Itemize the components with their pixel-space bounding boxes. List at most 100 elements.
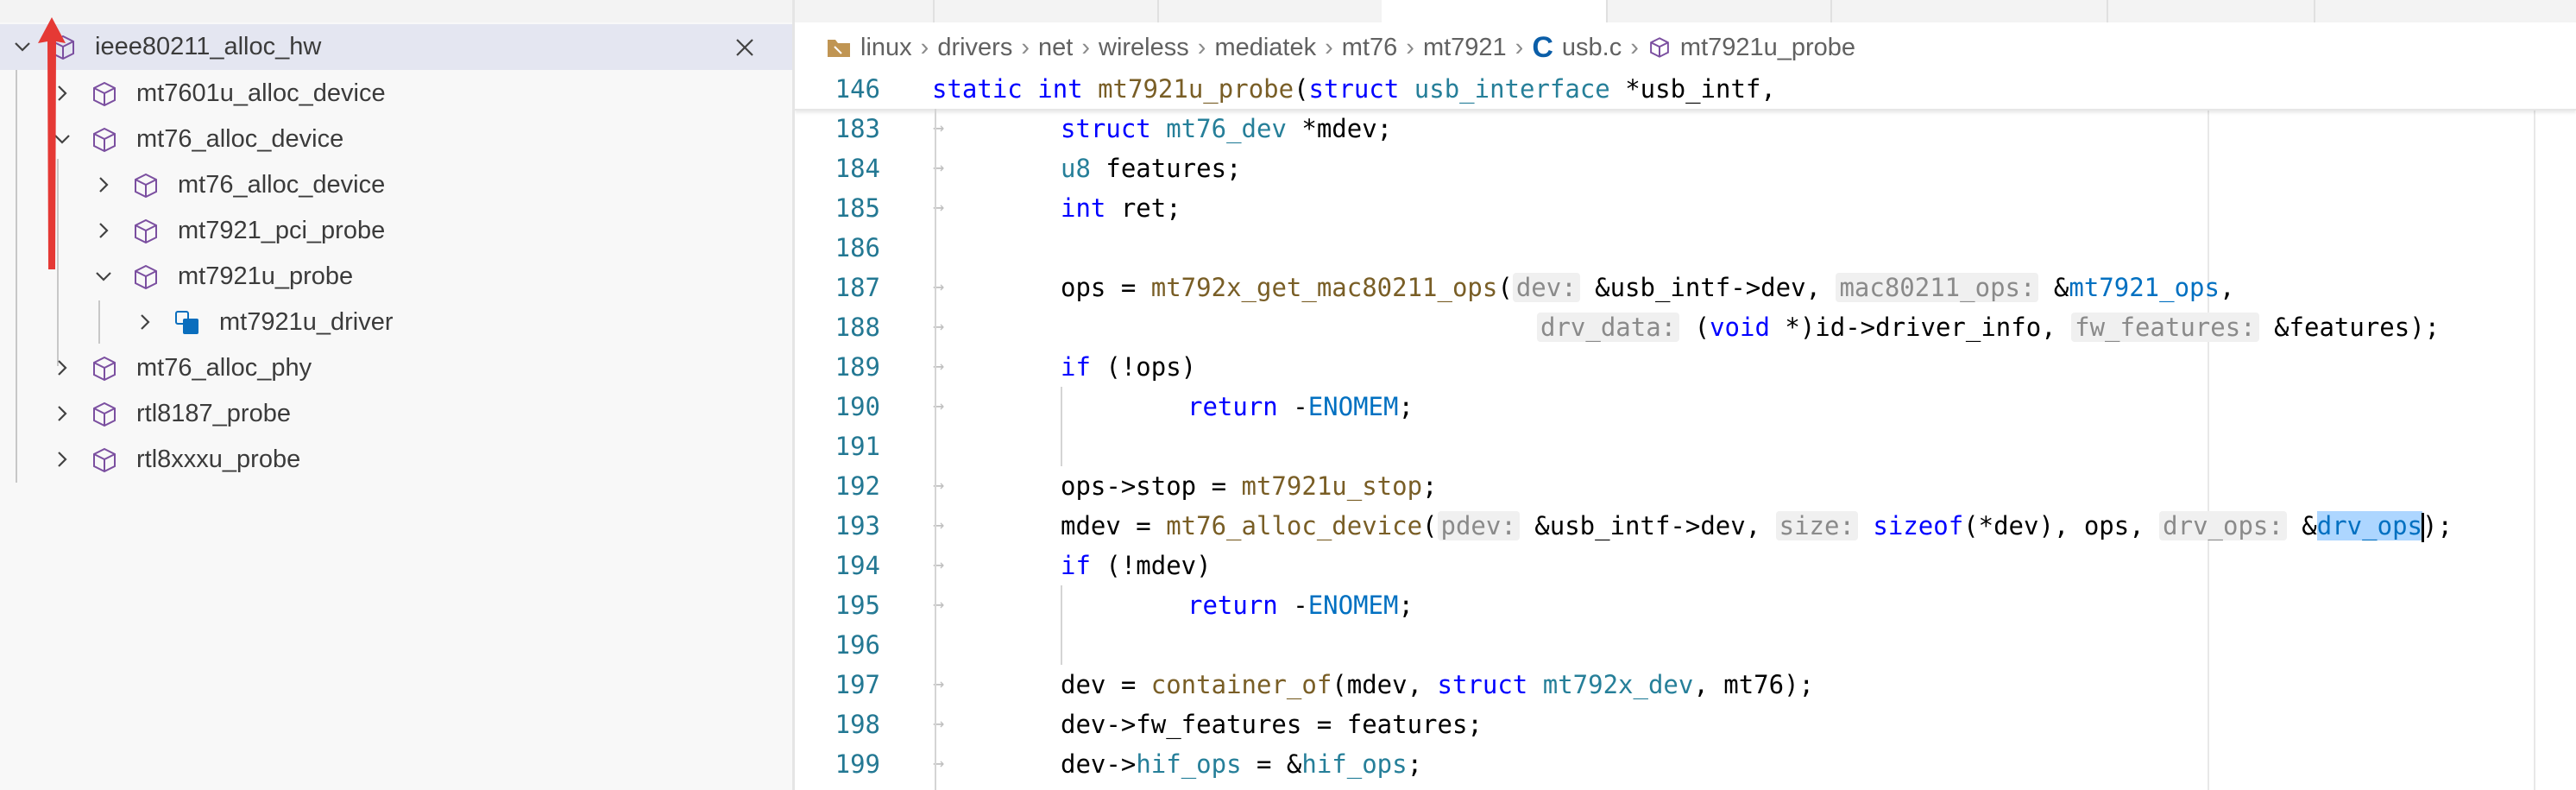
tree-item[interactable]: rtl8187_probe <box>0 391 792 437</box>
code-line[interactable]: 197 → dev = container_of(mdev, struct mt… <box>795 665 2576 705</box>
tree-item[interactable]: mt7921_pci_probe <box>0 208 792 254</box>
breadcrumb-item[interactable]: wireless <box>1099 34 1189 62</box>
code-line[interactable]: 194 → if (!mdev) <box>795 546 2576 585</box>
code-line[interactable]: 199 → dev->hif_ops = &hif_ops; <box>795 744 2576 784</box>
line-number: 193 <box>835 511 880 540</box>
tree-item[interactable]: mt76_alloc_device <box>0 117 792 162</box>
panel-tabstrip <box>0 0 792 22</box>
editor-tab[interactable] <box>2314 0 2576 22</box>
breadcrumb-item[interactable]: mt76 <box>1342 34 1397 62</box>
breadcrumb-item[interactable]: drivers <box>937 34 1012 62</box>
inlay-hint: dev: <box>1512 273 1580 302</box>
line-number: 192 <box>835 471 880 501</box>
chevron-right-icon[interactable] <box>50 447 74 471</box>
tree-item-label: mt76_alloc_device <box>136 125 344 153</box>
code-text: ops->stop = mt7921u_stop; <box>1061 471 1438 501</box>
chevron-right-icon[interactable] <box>91 218 116 243</box>
chevron-right-icon[interactable] <box>50 401 74 426</box>
breadcrumb-item[interactable]: mt7921 <box>1423 34 1507 62</box>
breadcrumb-item[interactable]: mt7921u_probe <box>1680 34 1855 62</box>
editor-tab[interactable] <box>795 0 935 22</box>
code-text: if (!mdev) <box>1061 551 1212 580</box>
tree-item-label: mt76_alloc_phy <box>136 354 312 382</box>
tree-item[interactable]: mt7921u_driver <box>0 300 792 345</box>
code-line[interactable]: 183 → struct mt76_dev *mdev; <box>795 109 2576 149</box>
breadcrumb-item[interactable]: mediatek <box>1214 34 1316 62</box>
line-number: 199 <box>835 749 880 779</box>
code-line[interactable]: 187 → ops = mt792x_get_mac80211_ops(dev:… <box>795 268 2576 307</box>
code-text: if (!ops) <box>1061 352 1197 382</box>
line-number: 185 <box>835 193 880 223</box>
tree-item[interactable]: mt76_alloc_phy <box>0 345 792 391</box>
line-number: 184 <box>835 154 880 183</box>
chevron-right-icon: › <box>1515 33 1524 61</box>
tree-item-label: mt7921u_probe <box>178 262 354 290</box>
breadcrumb-item[interactable]: net <box>1038 34 1073 62</box>
close-icon[interactable] <box>732 35 758 60</box>
line-number: 188 <box>835 313 880 342</box>
inlay-hint: mac80211_ops: <box>1836 273 2039 302</box>
line-number: 198 <box>835 710 880 739</box>
tree-item-root[interactable]: ieee80211_alloc_hw <box>0 24 792 70</box>
line-number: 183 <box>835 114 880 143</box>
code-line[interactable]: 193 → mdev = mt76_alloc_device(pdev: &us… <box>795 506 2576 546</box>
tree-item-label: rtl8xxxu_probe <box>136 446 301 473</box>
code-line[interactable]: 185 → int ret; <box>795 188 2576 228</box>
sticky-scroll-line[interactable]: 146 static int mt7921u_probe(struct usb_… <box>795 69 2576 111</box>
breadcrumb-item[interactable]: usb.c <box>1562 34 1622 62</box>
code-line[interactable]: 189 → if (!ops) <box>795 347 2576 387</box>
inlay-hint: drv_data: <box>1537 313 1680 342</box>
code-line[interactable]: 184 → u8 features; <box>795 149 2576 188</box>
indent-guide <box>1061 585 1062 665</box>
line-number: 197 <box>835 670 880 699</box>
tree-item[interactable]: mt7601u_alloc_device <box>0 71 792 117</box>
line-number: 187 <box>835 273 880 302</box>
chevron-right-icon: › <box>1406 33 1414 61</box>
code-line[interactable]: 192 → ops->stop = mt7921u_stop; <box>795 466 2576 506</box>
line-number: 146 <box>835 74 880 104</box>
method-cube-icon <box>93 81 116 107</box>
editor-tab[interactable] <box>933 0 1159 22</box>
code-line[interactable]: 188 → drv_data: (void *)id->driver_info,… <box>795 307 2576 347</box>
tree-item[interactable]: mt7921u_probe <box>0 254 792 300</box>
line-number: 186 <box>835 233 880 262</box>
tree-item-label: mt7601u_alloc_device <box>136 79 386 107</box>
tree-item-label: mt7921u_driver <box>219 308 394 336</box>
method-cube-icon <box>93 447 116 473</box>
tree-item-label: mt76_alloc_device <box>178 171 386 199</box>
method-cube-icon <box>1650 37 1669 58</box>
indent-guide <box>1061 387 1062 466</box>
chevron-down-icon[interactable] <box>10 35 35 59</box>
editor-tab[interactable] <box>1830 0 2108 22</box>
code-text: u8 features; <box>1061 154 1242 183</box>
editor-tab-active[interactable] <box>1382 0 1608 22</box>
annotation-arrow-icon <box>38 17 66 269</box>
editor-tab[interactable] <box>1157 0 1383 22</box>
code-text: struct mt76_dev *mdev; <box>1061 114 1393 143</box>
code-line[interactable]: 186 <box>795 228 2576 268</box>
line-number: 194 <box>835 551 880 580</box>
code-text: drv_data: (void *)id->driver_info, fw_fe… <box>1537 307 2440 347</box>
chevron-right-icon[interactable] <box>91 173 116 197</box>
editor-tab[interactable] <box>2107 0 2315 22</box>
chevron-down-icon[interactable] <box>91 264 116 288</box>
tree-item[interactable]: mt76_alloc_device <box>0 162 792 208</box>
tree-item-label: ieee80211_alloc_hw <box>95 33 322 60</box>
variable-icon <box>175 311 198 334</box>
chevron-right-icon[interactable] <box>133 310 157 334</box>
c-file-icon: C <box>1532 30 1553 64</box>
inlay-hint: fw_features: <box>2071 313 2259 342</box>
code-editor[interactable]: linux › drivers › net › wireless › mediatek ›… <box>795 0 2576 790</box>
method-cube-icon <box>93 127 116 153</box>
editor-tab[interactable] <box>1606 0 1832 22</box>
code-line[interactable]: 198 → dev->fw_features = features; <box>795 705 2576 744</box>
chevron-right-icon[interactable] <box>50 356 74 380</box>
inlay-hint: drv_ops: <box>2159 511 2287 540</box>
chevron-right-icon: › <box>1081 33 1091 61</box>
inlay-hint: size: <box>1775 511 1858 540</box>
chevron-right-icon: › <box>1325 33 1333 61</box>
chevron-right-icon: › <box>1630 33 1639 61</box>
breadcrumb-item[interactable]: linux <box>860 34 912 62</box>
method-cube-icon <box>135 218 157 244</box>
tree-item[interactable]: rtl8xxxu_probe <box>0 437 792 483</box>
